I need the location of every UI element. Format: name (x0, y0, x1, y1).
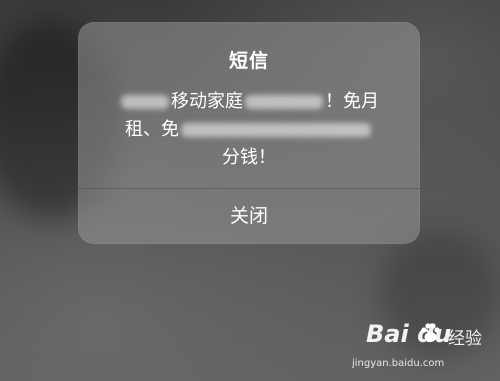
redacted-text (245, 95, 323, 109)
dialog-title: 短信 (228, 50, 269, 72)
redacted-text (181, 123, 371, 137)
sms-alert-dialog: 短信 移动家庭 ！免月 租、免 分钱！ 关闭 (78, 22, 420, 244)
jingyan-brand-text: 经验 (448, 329, 482, 349)
message-text: 移动家庭 (171, 91, 243, 112)
message-line-2: 租、免 (106, 116, 392, 144)
message-text: 租、免 (125, 119, 179, 140)
redacted-text (121, 95, 169, 109)
dialog-message: 移动家庭 ！免月 租、免 分钱！ (106, 88, 392, 172)
message-line-3: 分钱！ (106, 144, 392, 172)
message-text: ！免月 (325, 91, 379, 112)
baidu-paw-icon (421, 323, 440, 342)
message-line-1: 移动家庭 ！免月 (106, 88, 392, 116)
watermark-url: jingyan.baidu.com (352, 358, 445, 369)
message-text: 分钱！ (222, 147, 276, 168)
close-button[interactable]: 关闭 (78, 189, 420, 244)
baidu-jingyan-watermark: Bai du 经验 jingyan.baidu.com (352, 318, 492, 376)
